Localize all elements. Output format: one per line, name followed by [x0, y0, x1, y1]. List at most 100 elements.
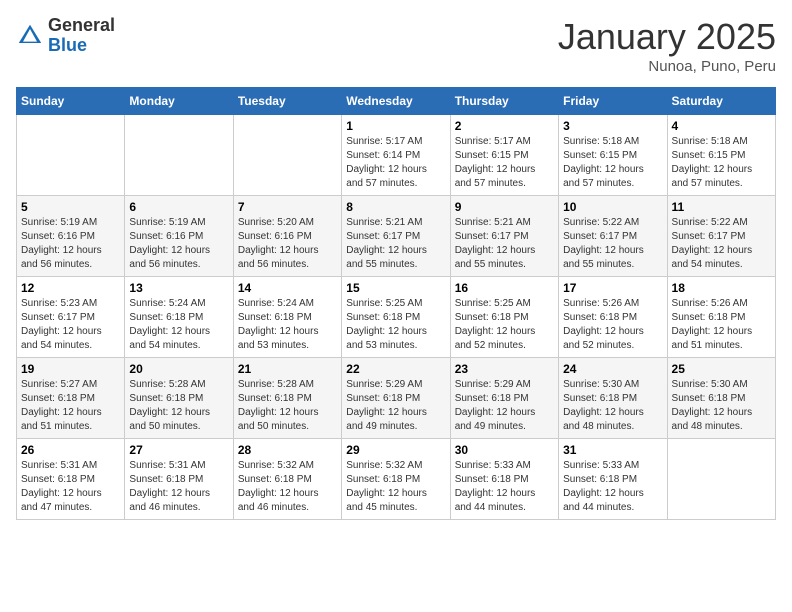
day-number: 11 — [672, 200, 771, 214]
day-number: 9 — [455, 200, 554, 214]
calendar-title: January 2025 — [558, 16, 776, 58]
calendar-table: SundayMondayTuesdayWednesdayThursdayFrid… — [16, 87, 776, 520]
calendar-cell: 27 Sunrise: 5:31 AM Sunset: 6:18 PM Dayli… — [125, 439, 233, 520]
day-number: 29 — [346, 443, 445, 457]
weekday-header-saturday: Saturday — [667, 88, 775, 115]
day-number: 26 — [21, 443, 120, 457]
day-info: Sunrise: 5:23 AM Sunset: 6:17 PM Dayligh… — [21, 297, 120, 353]
calendar-cell: 8Sunrise: 5:21 AM Sunset: 6:17 PM Daylig… — [342, 196, 450, 277]
calendar-cell: 7 Sunrise: 5:20 AM Sunset: 6:16 PM Daylig… — [233, 196, 341, 277]
calendar-cell — [667, 439, 775, 520]
day-number: 6 — [129, 200, 228, 214]
day-number: 27 — [129, 443, 228, 457]
calendar-cell: 24 Sunrise: 5:30 AM Sunset: 6:18 PM Dayli… — [559, 358, 667, 439]
day-number: 17 — [563, 281, 662, 295]
day-info: Sunrise: 5:31 AM Sunset: 6:18 PM Dayligh… — [129, 459, 228, 515]
calendar-cell: 21 Sunrise: 5:28 AM Sunset: 6:18 PM Dayli… — [233, 358, 341, 439]
calendar-cell: 30 Sunrise: 5:33 AM Sunset: 6:18 PM Dayli… — [450, 439, 558, 520]
day-info: Sunrise: 5:32 AM Sunset: 6:18 PM Dayligh… — [346, 459, 445, 515]
weekday-header-friday: Friday — [559, 88, 667, 115]
day-number: 5 — [21, 200, 120, 214]
day-number: 24 — [563, 362, 662, 376]
calendar-cell: 11 Sunrise: 5:22 AM Sunset: 6:17 PM Dayli… — [667, 196, 775, 277]
day-info: Sunrise: 5:24 AM Sunset: 6:18 PM Dayligh… — [129, 297, 228, 353]
day-info: Sunrise: 5:21 AM Sunset: 6:17 PM Dayligh… — [455, 216, 554, 272]
day-info: Sunrise: 5:19 AM Sunset: 6:16 PM Dayligh… — [129, 216, 228, 272]
day-info: Sunrise: 5:30 AM Sunset: 6:18 PM Dayligh… — [563, 378, 662, 434]
day-info: Sunrise: 5:25 AM Sunset: 6:18 PM Dayligh… — [455, 297, 554, 353]
day-number: 15 — [346, 281, 445, 295]
calendar-cell: 13 Sunrise: 5:24 AM Sunset: 6:18 PM Dayli… — [125, 277, 233, 358]
calendar-week-2: 5 Sunrise: 5:19 AM Sunset: 6:16 PM Daylig… — [17, 196, 776, 277]
day-number: 8 — [346, 200, 445, 214]
page-header: General Blue January 2025 Nunoa, Puno, P… — [16, 16, 776, 75]
calendar-cell: 25Sunrise: 5:30 AM Sunset: 6:18 PM Dayli… — [667, 358, 775, 439]
day-number: 31 — [563, 443, 662, 457]
calendar-cell — [233, 115, 341, 196]
weekday-header-sunday: Sunday — [17, 88, 125, 115]
day-info: Sunrise: 5:28 AM Sunset: 6:18 PM Dayligh… — [238, 378, 337, 434]
calendar-week-5: 26 Sunrise: 5:31 AM Sunset: 6:18 PM Dayli… — [17, 439, 776, 520]
day-info: Sunrise: 5:17 AM Sunset: 6:14 PM Dayligh… — [346, 135, 445, 191]
day-number: 25 — [672, 362, 771, 376]
calendar-cell: 10Sunrise: 5:22 AM Sunset: 6:17 PM Dayli… — [559, 196, 667, 277]
logo: General Blue — [16, 16, 115, 56]
day-number: 21 — [238, 362, 337, 376]
title-area: January 2025 Nunoa, Puno, Peru — [558, 16, 776, 75]
day-info: Sunrise: 5:25 AM Sunset: 6:18 PM Dayligh… — [346, 297, 445, 353]
calendar-cell: 23 Sunrise: 5:29 AM Sunset: 6:18 PM Dayli… — [450, 358, 558, 439]
calendar-cell: 17Sunrise: 5:26 AM Sunset: 6:18 PM Dayli… — [559, 277, 667, 358]
day-number: 18 — [672, 281, 771, 295]
day-info: Sunrise: 5:22 AM Sunset: 6:17 PM Dayligh… — [563, 216, 662, 272]
calendar-week-3: 12Sunrise: 5:23 AM Sunset: 6:17 PM Dayli… — [17, 277, 776, 358]
day-number: 2 — [455, 119, 554, 133]
day-number: 7 — [238, 200, 337, 214]
calendar-week-1: 1 Sunrise: 5:17 AM Sunset: 6:14 PM Daylig… — [17, 115, 776, 196]
day-info: Sunrise: 5:26 AM Sunset: 6:18 PM Dayligh… — [672, 297, 771, 353]
logo-text: General Blue — [48, 16, 115, 56]
weekday-header-row: SundayMondayTuesdayWednesdayThursdayFrid… — [17, 88, 776, 115]
day-number: 30 — [455, 443, 554, 457]
day-info: Sunrise: 5:17 AM Sunset: 6:15 PM Dayligh… — [455, 135, 554, 191]
calendar-cell: 1 Sunrise: 5:17 AM Sunset: 6:14 PM Daylig… — [342, 115, 450, 196]
day-number: 23 — [455, 362, 554, 376]
calendar-cell: 2 Sunrise: 5:17 AM Sunset: 6:15 PM Daylig… — [450, 115, 558, 196]
day-number: 4 — [672, 119, 771, 133]
day-info: Sunrise: 5:28 AM Sunset: 6:18 PM Dayligh… — [129, 378, 228, 434]
calendar-week-4: 19Sunrise: 5:27 AM Sunset: 6:18 PM Dayli… — [17, 358, 776, 439]
day-info: Sunrise: 5:31 AM Sunset: 6:18 PM Dayligh… — [21, 459, 120, 515]
day-number: 3 — [563, 119, 662, 133]
day-info: Sunrise: 5:27 AM Sunset: 6:18 PM Dayligh… — [21, 378, 120, 434]
calendar-cell: 12Sunrise: 5:23 AM Sunset: 6:17 PM Dayli… — [17, 277, 125, 358]
weekday-header-wednesday: Wednesday — [342, 88, 450, 115]
day-number: 13 — [129, 281, 228, 295]
day-info: Sunrise: 5:22 AM Sunset: 6:17 PM Dayligh… — [672, 216, 771, 272]
logo-general: General — [48, 15, 115, 35]
calendar-cell: 3 Sunrise: 5:18 AM Sunset: 6:15 PM Daylig… — [559, 115, 667, 196]
calendar-cell: 14Sunrise: 5:24 AM Sunset: 6:18 PM Dayli… — [233, 277, 341, 358]
calendar-cell: 31Sunrise: 5:33 AM Sunset: 6:18 PM Dayli… — [559, 439, 667, 520]
calendar-subtitle: Nunoa, Puno, Peru — [558, 58, 776, 75]
day-info: Sunrise: 5:33 AM Sunset: 6:18 PM Dayligh… — [455, 459, 554, 515]
calendar-cell: 29 Sunrise: 5:32 AM Sunset: 6:18 PM Dayli… — [342, 439, 450, 520]
day-number: 16 — [455, 281, 554, 295]
calendar-cell: 6 Sunrise: 5:19 AM Sunset: 6:16 PM Daylig… — [125, 196, 233, 277]
day-info: Sunrise: 5:20 AM Sunset: 6:16 PM Dayligh… — [238, 216, 337, 272]
weekday-header-thursday: Thursday — [450, 88, 558, 115]
calendar-cell: 19Sunrise: 5:27 AM Sunset: 6:18 PM Dayli… — [17, 358, 125, 439]
day-info: Sunrise: 5:29 AM Sunset: 6:18 PM Dayligh… — [455, 378, 554, 434]
logo-icon — [16, 22, 44, 50]
calendar-cell: 4 Sunrise: 5:18 AM Sunset: 6:15 PM Daylig… — [667, 115, 775, 196]
day-info: Sunrise: 5:18 AM Sunset: 6:15 PM Dayligh… — [563, 135, 662, 191]
logo-blue: Blue — [48, 35, 87, 55]
calendar-cell: 9 Sunrise: 5:21 AM Sunset: 6:17 PM Daylig… — [450, 196, 558, 277]
day-info: Sunrise: 5:32 AM Sunset: 6:18 PM Dayligh… — [238, 459, 337, 515]
day-info: Sunrise: 5:24 AM Sunset: 6:18 PM Dayligh… — [238, 297, 337, 353]
day-info: Sunrise: 5:18 AM Sunset: 6:15 PM Dayligh… — [672, 135, 771, 191]
weekday-header-monday: Monday — [125, 88, 233, 115]
calendar-cell: 5 Sunrise: 5:19 AM Sunset: 6:16 PM Daylig… — [17, 196, 125, 277]
day-info: Sunrise: 5:19 AM Sunset: 6:16 PM Dayligh… — [21, 216, 120, 272]
calendar-cell: 22Sunrise: 5:29 AM Sunset: 6:18 PM Dayli… — [342, 358, 450, 439]
weekday-header-tuesday: Tuesday — [233, 88, 341, 115]
day-number: 1 — [346, 119, 445, 133]
